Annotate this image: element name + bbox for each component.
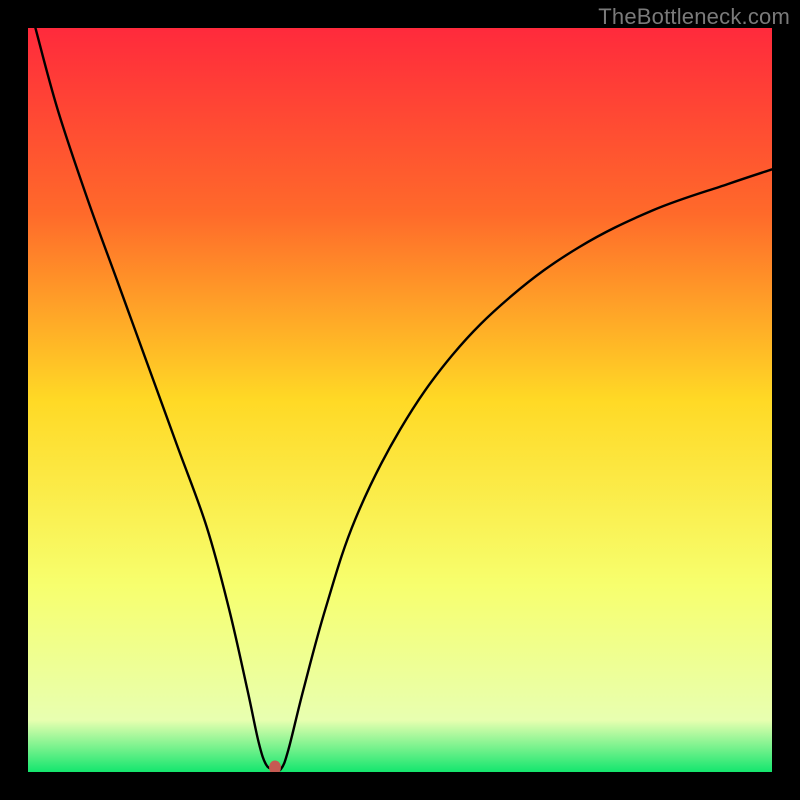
bottleneck-chart xyxy=(28,28,772,772)
watermark-text: TheBottleneck.com xyxy=(598,4,790,30)
plot-area xyxy=(28,28,772,772)
chart-frame: TheBottleneck.com xyxy=(0,0,800,800)
gradient-background xyxy=(28,28,772,772)
